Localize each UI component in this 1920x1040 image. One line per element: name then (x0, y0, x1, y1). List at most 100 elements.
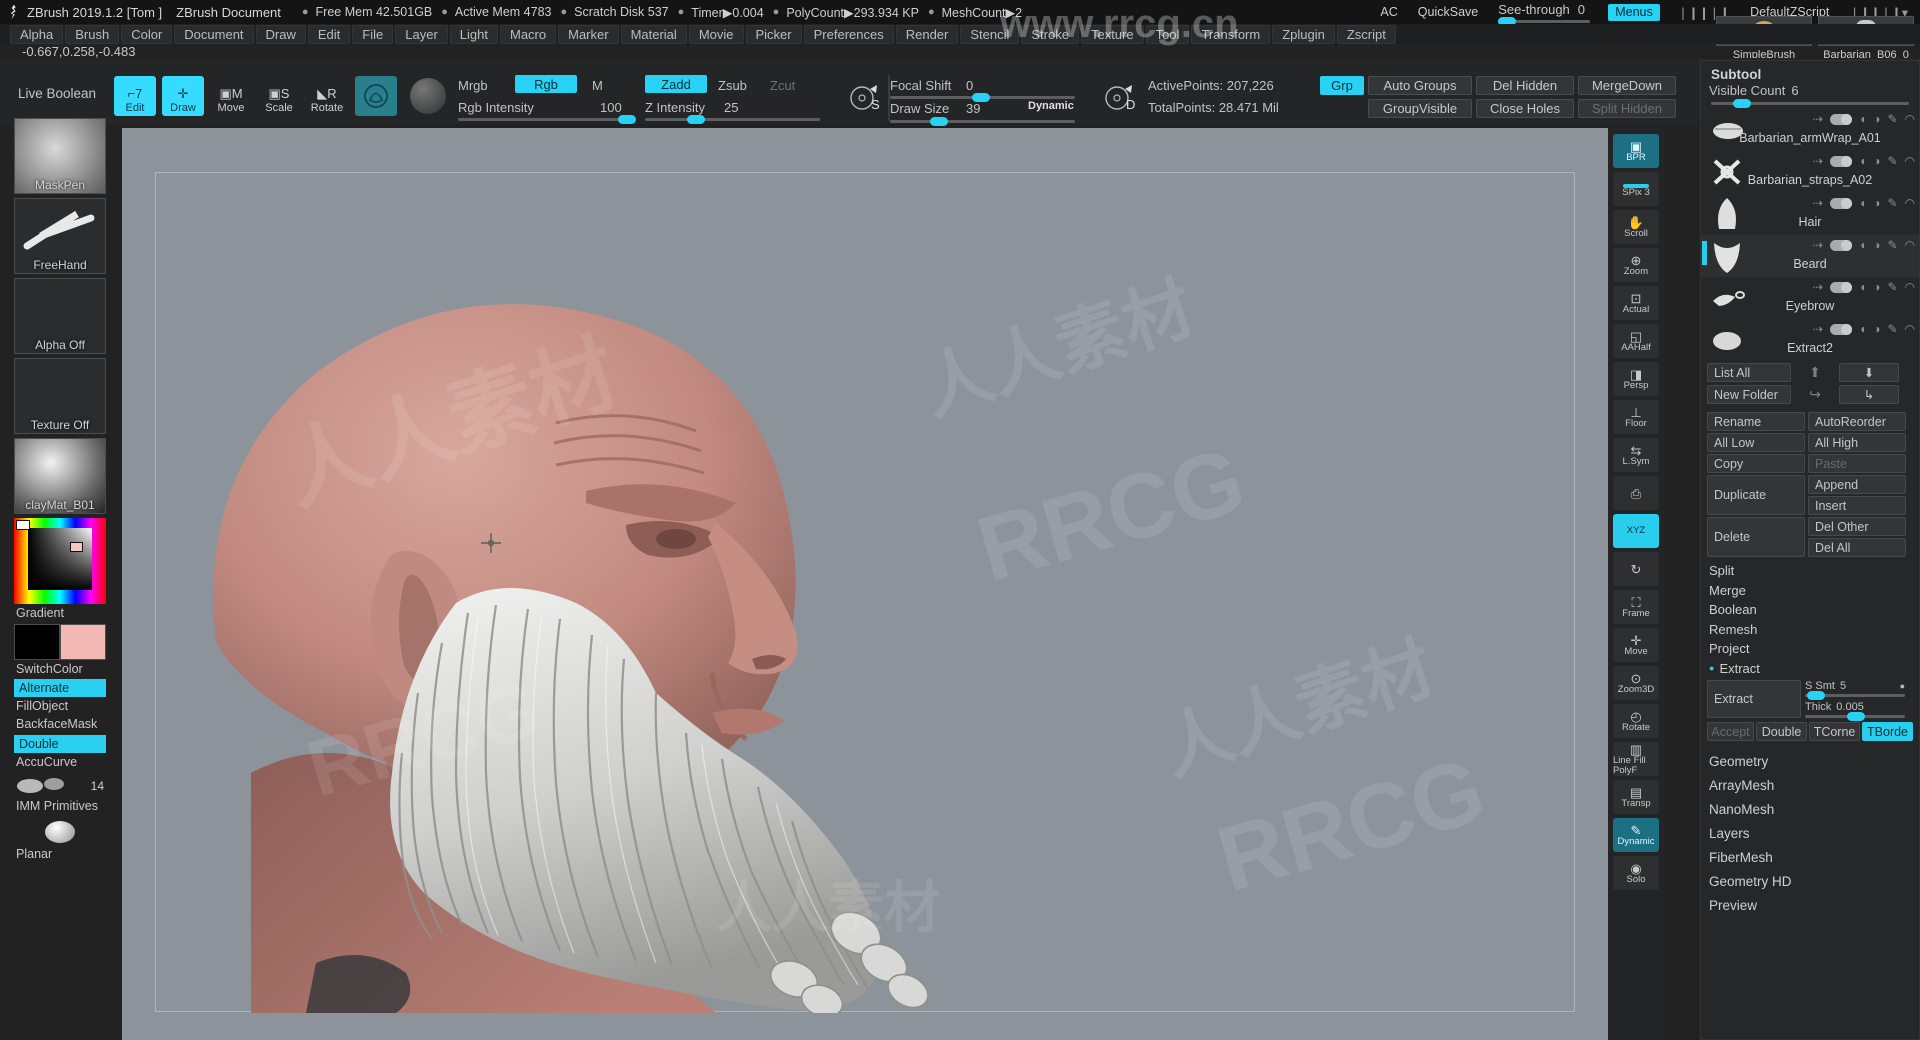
viewport-tool-persp[interactable]: ◨ Persp (1613, 362, 1659, 396)
subtool-eye-icon[interactable]: ◠ (1905, 112, 1915, 126)
secondary-color[interactable] (14, 624, 60, 660)
mrgb-button[interactable]: Mrgb (458, 78, 488, 93)
subtool-visibility-controls[interactable]: ⇢ ◖ ◑ ✎ ◠ (1813, 112, 1915, 126)
viewport-tool-transp[interactable]: ▤ Transp (1613, 780, 1659, 814)
subtool-eye-icon[interactable]: ◠ (1905, 196, 1915, 210)
subtool-transparency-icon[interactable]: ◑ (1873, 196, 1880, 210)
rotate-mode-button[interactable]: ◣R Rotate (306, 76, 348, 116)
subtool-eye-toggle[interactable] (1829, 239, 1852, 251)
draw-size-slider[interactable] (890, 117, 1075, 126)
subtool-list[interactable]: ⇢ ◖ ◑ ✎ ◠ Barbarian_armWrap_A01 ⇢ ◖ ◑ ✎ ◠ Barbarian… (1701, 109, 1919, 361)
move-up-icon[interactable]: ⬆ (1795, 363, 1835, 382)
paste-button[interactable]: Paste (1808, 454, 1906, 473)
subtool-polypaint-icon[interactable]: ✎ (1887, 322, 1897, 336)
viewport-tool-icon-9[interactable]: ⎙ (1613, 476, 1659, 510)
subtool-eye-toggle[interactable] (1829, 197, 1852, 209)
viewport-tool-solo[interactable]: ◉ Solo (1613, 856, 1659, 890)
extract-button[interactable]: Extract (1707, 680, 1801, 718)
document-viewport[interactable]: 人人素材 人人素材 人人素材 人人素材 RRCG RRCG RRCG (122, 128, 1610, 1040)
menu-item-edit[interactable]: Edit (307, 24, 351, 44)
visible-count-slider[interactable] (1711, 99, 1909, 108)
panel-section-layers[interactable]: Layers (1701, 821, 1919, 845)
s-smt-slider[interactable] (1805, 691, 1905, 700)
viewport-tool-frame[interactable]: ⛶ Frame (1613, 590, 1659, 624)
all-low-button[interactable]: All Low (1707, 433, 1805, 452)
subtool-row[interactable]: ⇢ ◖ ◑ ✎ ◠ Beard (1701, 235, 1919, 277)
folder-out-icon[interactable]: ↪ (1795, 385, 1835, 404)
subtool-row[interactable]: ⇢ ◖ ◑ ✎ ◠ Barbarian_straps_A02 (1701, 151, 1919, 193)
primary-color[interactable] (60, 624, 106, 660)
copy-button[interactable]: Copy (1707, 454, 1805, 473)
viewport-tool-scroll[interactable]: ✋ Scroll (1613, 210, 1659, 244)
menu-item-material[interactable]: Material (620, 24, 687, 44)
menu-item-zplugin[interactable]: Zplugin (1272, 24, 1335, 44)
subtool-eye-icon[interactable]: ◠ (1905, 322, 1915, 336)
tcorner-button[interactable]: TCorne (1809, 722, 1861, 741)
viewport-tool-icon-11[interactable]: ↻ (1613, 552, 1659, 586)
delete-button[interactable]: Delete (1707, 517, 1805, 557)
accu-curve-label[interactable]: AccuCurve (14, 755, 110, 769)
menu-item-zscript[interactable]: Zscript (1336, 24, 1396, 44)
subtool-row[interactable]: ⇢ ◖ ◑ ✎ ◠ Eyebrow (1701, 277, 1919, 319)
z-intensity-slider[interactable] (645, 115, 820, 124)
subtool-transparency-icon[interactable]: ◑ (1873, 154, 1880, 168)
draw-mode-button[interactable]: ✛ Draw (162, 76, 204, 116)
menu-item-marker[interactable]: Marker (558, 24, 619, 44)
subtool-transparency-icon[interactable]: ◑ (1873, 280, 1880, 294)
subtool-transparency-icon[interactable]: ◑ (1873, 322, 1880, 336)
current-texture-swatch[interactable]: Texture Off (14, 358, 106, 434)
viewport-tool-rotate[interactable]: ◴ Rotate (1613, 704, 1659, 738)
planar-swatch[interactable] (14, 817, 106, 847)
menu-item-preferences[interactable]: Preferences (803, 24, 894, 44)
subtool-panel-title[interactable]: Subtool (1701, 61, 1919, 83)
subtool-eye-toggle[interactable] (1829, 323, 1852, 335)
panel-section-nanomesh[interactable]: NanoMesh (1701, 797, 1919, 821)
menu-item-texture[interactable]: Texture (1080, 24, 1144, 44)
accept-button[interactable]: Accept (1707, 722, 1755, 741)
subtool-eye-toggle[interactable] (1829, 155, 1852, 167)
panel-section-list[interactable]: Geometry ArrayMesh NanoMesh Layers FiberMesh… (1701, 741, 1919, 917)
double-button[interactable]: Double (1756, 722, 1808, 741)
subtool-shade-icon[interactable]: ◖ (1859, 322, 1866, 336)
current-alpha-swatch[interactable]: Alpha Off (14, 278, 106, 354)
panel-section-arraymesh[interactable]: ArrayMesh (1701, 773, 1919, 797)
subtool-visibility-controls[interactable]: ⇢ ◖ ◑ ✎ ◠ (1813, 238, 1915, 252)
panel-section-preview[interactable]: Preview (1701, 893, 1919, 917)
rename-button[interactable]: Rename (1707, 412, 1805, 431)
subtool-eye-icon[interactable]: ◠ (1905, 280, 1915, 294)
new-folder-button[interactable]: New Folder (1707, 385, 1791, 404)
move-mode-button[interactable]: ▣M Move (210, 76, 252, 116)
subtool-polypaint-icon[interactable]: ✎ (1887, 112, 1897, 126)
see-through-slider[interactable]: See-through 0 (1498, 2, 1591, 26)
scale-mode-button[interactable]: ▣S Scale (258, 76, 300, 116)
del-other-button[interactable]: Del Other (1808, 517, 1906, 536)
live-boolean-button[interactable]: Live Boolean (18, 86, 96, 101)
menu-item-file[interactable]: File (352, 24, 394, 44)
viewport-tool-floor[interactable]: ⊥ Floor (1613, 400, 1659, 434)
rgb-button[interactable]: Rgb (515, 75, 577, 93)
double-button[interactable]: Double (14, 735, 106, 753)
menu-item-alpha[interactable]: Alpha (10, 24, 64, 44)
panel-section-geometry-hd[interactable]: Geometry HD (1701, 869, 1919, 893)
subtool-arrow-icon[interactable]: ⇢ (1813, 280, 1823, 294)
ac-button[interactable]: AC (1380, 5, 1397, 19)
subtool-polypaint-icon[interactable]: ✎ (1887, 280, 1897, 294)
right-panel[interactable]: Subtool Visible Count 6 ⇢ ◖ ◑ ✎ ◠ Barbarian_a… (1700, 60, 1920, 1040)
quicksave-button[interactable]: QuickSave (1418, 5, 1478, 19)
tborder-button[interactable]: TBorde (1862, 722, 1914, 741)
panel-row-project[interactable]: Project (1701, 639, 1919, 659)
menu-item-layer[interactable]: Layer (395, 24, 448, 44)
subtool-shade-icon[interactable]: ◖ (1859, 196, 1866, 210)
viewport-tool-aahalf[interactable]: ◱ AAHalf (1613, 324, 1659, 358)
subtool-shade-icon[interactable]: ◖ (1859, 154, 1866, 168)
insert-button[interactable]: Insert (1808, 496, 1906, 515)
viewport-tool-zoom[interactable]: ⊕ Zoom (1613, 248, 1659, 282)
grp-button[interactable]: Grp (1320, 76, 1364, 95)
menu-item-light[interactable]: Light (449, 24, 498, 44)
subtool-row[interactable]: ⇢ ◖ ◑ ✎ ◠ Extract2 (1701, 319, 1919, 361)
duplicate-button[interactable]: Duplicate (1707, 475, 1805, 515)
subtool-arrow-icon[interactable]: ⇢ (1813, 238, 1823, 252)
focal-shift-slider[interactable] (890, 93, 1075, 102)
subtool-shade-icon[interactable]: ◖ (1859, 238, 1866, 252)
switch-color-swatches[interactable] (14, 624, 106, 660)
